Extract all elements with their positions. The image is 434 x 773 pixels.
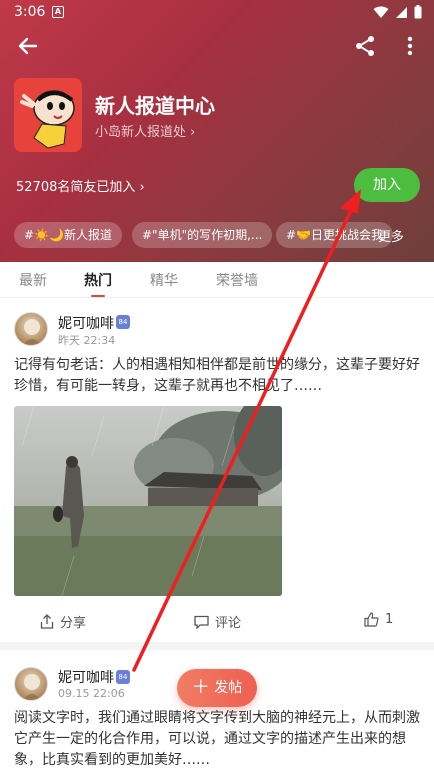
tag-chip[interactable]: #🤝日更挑战会我 [276,222,393,248]
avatar[interactable] [14,312,48,346]
join-button[interactable]: 加入 [354,168,420,202]
topic-tags: #☀️🌙新人报道 #"单机"的写作初期,... #🤝日更挑战会我 [14,222,434,248]
more-vertical-icon[interactable] [400,34,420,58]
share-icon[interactable] [353,34,377,58]
wifi-icon [373,6,389,18]
post-content[interactable]: 记得有句老话：人的相遇相知相伴都是前世的缘分，这辈子要好好珍惜，有可能一转身，这… [14,355,420,397]
like-count: 1 [385,612,394,627]
group-header: 3:06 A 新人报道中心 小岛新人报道处 › 52708名简友已加入 › 加入… [0,0,434,262]
tab-honor-wall[interactable]: 荣誉墙 [216,270,258,290]
comment-action[interactable]: 评论 [194,612,241,631]
share-label: 分享 [60,616,87,631]
signal-icon [396,6,407,18]
avatar[interactable] [14,667,48,701]
author-name[interactable]: 妮可咖啡 [58,313,114,333]
tag-chip[interactable]: #"单机"的写作初期,... [132,222,273,248]
post-divider [0,642,434,650]
notification-a-icon: A [52,6,64,18]
level-badge: 84 [116,315,130,329]
tab-hot[interactable]: 热门 [84,270,112,290]
post-image[interactable] [14,406,282,596]
author-name[interactable]: 妮可咖啡 [58,667,114,687]
post-time: 昨天 22:34 [58,334,116,347]
members-count-link[interactable]: 52708名简友已加入 › [16,176,145,195]
plus-icon: ＋ [191,677,210,698]
new-post-label: 发帖 [214,680,243,696]
comment-label: 评论 [215,616,242,631]
tag-chip[interactable]: #☀️🌙新人报道 [14,222,122,248]
share-out-icon [40,614,54,629]
feed-tabs: 最新 热门 精华 荣誉墙 [0,262,434,298]
thumbs-up-icon [364,612,379,627]
status-bar: 3:06 A [0,0,434,24]
tab-latest[interactable]: 最新 [19,270,47,290]
level-badge: 84 [116,670,130,684]
group-title: 新人报道中心 [95,94,215,118]
group-subtitle-link[interactable]: 小岛新人报道处 › [95,121,195,140]
top-app-bar [0,30,434,62]
group-logo [14,78,82,152]
active-tab-indicator [91,295,105,297]
like-action[interactable]: 1 [364,612,393,627]
back-arrow-icon[interactable] [14,32,42,60]
tab-featured[interactable]: 精华 [150,270,178,290]
new-post-button[interactable]: ＋ 发帖 [177,669,257,707]
status-time: 3:06 [14,4,46,20]
comment-icon [194,615,209,629]
tags-more-link[interactable]: 更多 [378,226,404,245]
post-content[interactable]: 阅读文字时，我们通过眼睛将文字传到大脑的神经元上，从而刺激它产生一定的化合作用，… [14,708,420,771]
share-action[interactable]: 分享 [40,612,86,631]
post-time: 09.15 22:06 [58,687,125,700]
battery-icon [414,5,422,19]
post-actions: 分享 评论 1 [0,604,434,638]
